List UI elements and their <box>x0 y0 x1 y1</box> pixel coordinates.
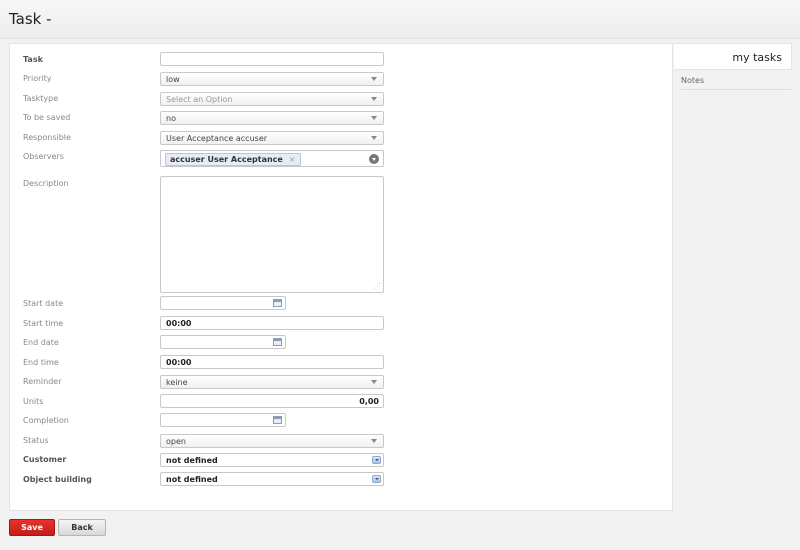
reminder-label: Reminder <box>23 377 62 386</box>
tasktype-select[interactable]: Select an Option <box>160 92 384 106</box>
start-date-label: Start date <box>23 299 64 308</box>
chevron-down-icon[interactable] <box>372 475 381 483</box>
chevron-down-icon <box>371 77 377 81</box>
save-button[interactable]: Save <box>9 519 55 536</box>
back-button[interactable]: Back <box>58 519 106 536</box>
completion-label: Completion <box>23 416 69 425</box>
close-icon[interactable]: × <box>289 155 296 164</box>
resize-handle-icon[interactable]: ⋰ <box>374 282 381 290</box>
units-input[interactable]: 0,00 <box>160 394 384 408</box>
start-time-value: 00:00 <box>166 319 192 328</box>
customer-value: not defined <box>166 456 218 465</box>
tasktype-placeholder: Select an Option <box>166 95 233 104</box>
chevron-down-icon <box>371 116 377 120</box>
status-select[interactable]: open <box>160 434 384 448</box>
to-be-saved-select[interactable]: no <box>160 111 384 125</box>
units-value: 0,00 <box>359 397 379 406</box>
observer-chip-label: accuser User Acceptance <box>170 155 283 164</box>
start-time-label: Start time <box>23 319 64 328</box>
observers-label: Observers <box>23 152 64 161</box>
description-textarea[interactable]: ⋰ <box>160 176 384 293</box>
reminder-value: keine <box>166 378 188 387</box>
completion-input[interactable] <box>160 413 286 427</box>
side-panel: my tasks Notes <box>674 43 800 511</box>
chevron-down-icon <box>371 380 377 384</box>
end-date-label: End date <box>23 338 59 347</box>
start-time-input[interactable]: 00:00 <box>160 316 384 330</box>
units-label: Units <box>23 397 44 406</box>
object-building-value: not defined <box>166 475 218 484</box>
customer-select[interactable]: not defined <box>160 453 384 467</box>
chevron-down-icon <box>371 97 377 101</box>
status-label: Status <box>23 436 49 445</box>
reminder-select[interactable]: keine <box>160 375 384 389</box>
chevron-down-icon <box>371 439 377 443</box>
responsible-select[interactable]: User Acceptance accuser <box>160 131 384 145</box>
end-time-value: 00:00 <box>166 358 192 367</box>
priority-select[interactable]: low <box>160 72 384 86</box>
tasktype-label: Tasktype <box>23 94 59 103</box>
to-be-saved-value: no <box>166 114 176 123</box>
page-title: Task - <box>9 10 52 28</box>
object-building-label: Object building <box>23 475 92 484</box>
priority-value: low <box>166 75 180 84</box>
end-date-input[interactable] <box>160 335 286 349</box>
chevron-down-icon[interactable] <box>369 154 379 164</box>
task-input[interactable] <box>160 52 384 66</box>
observer-chip: accuser User Acceptance × <box>165 153 301 166</box>
notes-label: Notes <box>681 76 791 90</box>
status-value: open <box>166 437 186 446</box>
object-building-select[interactable]: not defined <box>160 472 384 486</box>
responsible-label: Responsible <box>23 133 71 142</box>
end-time-label: End time <box>23 358 59 367</box>
observers-multiselect[interactable]: accuser User Acceptance × <box>160 150 384 167</box>
end-time-input[interactable]: 00:00 <box>160 355 384 369</box>
task-label: Task <box>23 55 43 64</box>
description-label: Description <box>23 179 69 188</box>
chevron-down-icon <box>371 136 377 140</box>
calendar-icon[interactable] <box>273 338 282 346</box>
calendar-icon[interactable] <box>273 416 282 424</box>
customer-label: Customer <box>23 455 67 464</box>
tab-my-tasks[interactable]: my tasks <box>674 43 792 70</box>
calendar-icon[interactable] <box>273 299 282 307</box>
responsible-value: User Acceptance accuser <box>166 134 268 143</box>
chevron-down-icon[interactable] <box>372 456 381 464</box>
top-bar: Task - <box>0 0 800 39</box>
priority-label: Priority <box>23 74 52 83</box>
tab-my-tasks-label: my tasks <box>732 51 782 64</box>
start-date-input[interactable] <box>160 296 286 310</box>
to-be-saved-label: To be saved <box>23 113 71 122</box>
